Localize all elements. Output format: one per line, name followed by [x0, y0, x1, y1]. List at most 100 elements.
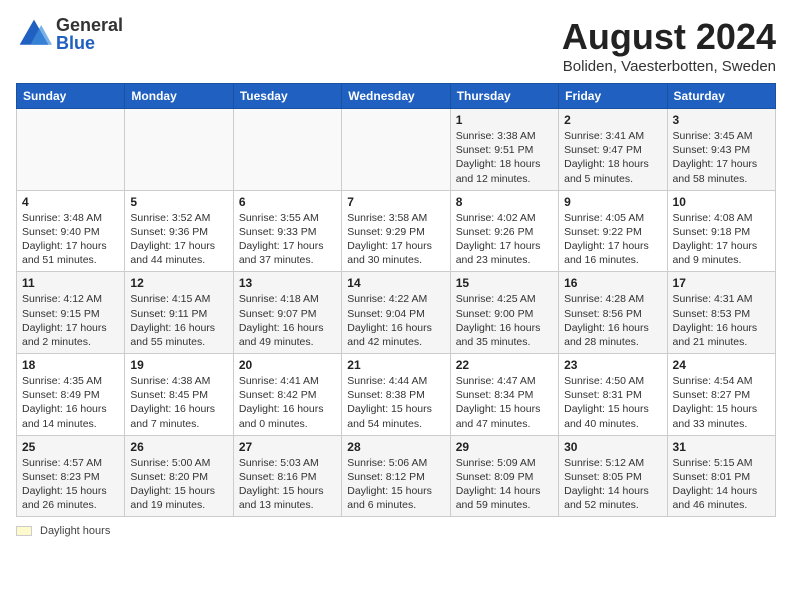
- calendar-cell: 31 Sunrise: 5:15 AM Sunset: 8:01 PM Dayli…: [667, 435, 775, 517]
- calendar-cell: 26Sunrise: 5:00 AM Sunset: 8:20 PM Dayli…: [125, 435, 233, 517]
- day-number: 19: [130, 358, 227, 372]
- logo: General Blue: [16, 16, 123, 52]
- logo-text: General Blue: [56, 16, 123, 52]
- calendar-cell: 15 Sunrise: 4:25 AM Sunset: 9:00 PM Dayli…: [450, 272, 558, 354]
- calendar-cell: [125, 109, 233, 191]
- day-info: Sunrise: 5:12 AM Sunset: 8:05 PM Dayligh…: [564, 456, 661, 513]
- calendar-body: 1Sunrise: 3:38 AM Sunset: 9:51 PM Daylig…: [17, 109, 776, 517]
- calendar-header: SundayMondayTuesdayWednesdayThursdayFrid…: [17, 84, 776, 109]
- day-number: 24: [673, 358, 770, 372]
- day-number: 11: [22, 276, 119, 290]
- calendar-week-3: 11 Sunrise: 4:12 AM Sunset: 9:15 PM Dayli…: [17, 272, 776, 354]
- calendar-cell: 7 Sunrise: 3:58 AM Sunset: 9:29 PM Daylig…: [342, 190, 450, 272]
- day-info: Sunrise: 3:55 AM Sunset: 9:33 PM Dayligh…: [239, 211, 336, 268]
- calendar-cell: 27 Sunrise: 5:03 AM Sunset: 8:16 PM Dayli…: [233, 435, 341, 517]
- day-info: Sunrise: 3:58 AM Sunset: 9:29 PM Dayligh…: [347, 211, 444, 268]
- day-number: 15: [456, 276, 553, 290]
- day-number: 31: [673, 440, 770, 454]
- day-number: 2: [564, 113, 661, 127]
- calendar-cell: 24 Sunrise: 4:54 AM Sunset: 8:27 PM Dayli…: [667, 354, 775, 436]
- calendar-cell: 16 Sunrise: 4:28 AM Sunset: 8:56 PM Dayli…: [559, 272, 667, 354]
- day-info: Sunrise: 4:02 AM Sunset: 9:26 PM Dayligh…: [456, 211, 553, 268]
- calendar-cell: 21 Sunrise: 4:44 AM Sunset: 8:38 PM Dayli…: [342, 354, 450, 436]
- calendar-cell: 30 Sunrise: 5:12 AM Sunset: 8:05 PM Dayli…: [559, 435, 667, 517]
- day-number: 27: [239, 440, 336, 454]
- calendar-cell: 28 Sunrise: 5:06 AM Sunset: 8:12 PM Dayli…: [342, 435, 450, 517]
- calendar-week-2: 4 Sunrise: 3:48 AM Sunset: 9:40 PM Daylig…: [17, 190, 776, 272]
- calendar-cell: 23Sunrise: 4:50 AM Sunset: 8:31 PM Dayli…: [559, 354, 667, 436]
- weekday-header-thursday: Thursday: [450, 84, 558, 109]
- day-info: Sunrise: 4:41 AM Sunset: 8:42 PM Dayligh…: [239, 374, 336, 431]
- calendar-cell: 13 Sunrise: 4:18 AM Sunset: 9:07 PM Dayli…: [233, 272, 341, 354]
- day-number: 3: [673, 113, 770, 127]
- calendar-cell: 17Sunrise: 4:31 AM Sunset: 8:53 PM Dayli…: [667, 272, 775, 354]
- day-number: 8: [456, 195, 553, 209]
- weekday-row: SundayMondayTuesdayWednesdayThursdayFrid…: [17, 84, 776, 109]
- logo-general: General: [56, 16, 123, 34]
- day-number: 13: [239, 276, 336, 290]
- day-info: Sunrise: 4:35 AM Sunset: 8:49 PM Dayligh…: [22, 374, 119, 431]
- day-number: 28: [347, 440, 444, 454]
- weekday-header-tuesday: Tuesday: [233, 84, 341, 109]
- calendar-cell: 9Sunrise: 4:05 AM Sunset: 9:22 PM Daylig…: [559, 190, 667, 272]
- footer: Daylight hours: [16, 525, 776, 537]
- day-info: Sunrise: 5:09 AM Sunset: 8:09 PM Dayligh…: [456, 456, 553, 513]
- weekday-header-sunday: Sunday: [17, 84, 125, 109]
- day-info: Sunrise: 4:05 AM Sunset: 9:22 PM Dayligh…: [564, 211, 661, 268]
- daylight-label: Daylight hours: [40, 525, 110, 537]
- day-info: Sunrise: 4:18 AM Sunset: 9:07 PM Dayligh…: [239, 292, 336, 349]
- page-subtitle: Boliden, Vaesterbotten, Sweden: [562, 58, 776, 75]
- calendar-week-4: 18 Sunrise: 4:35 AM Sunset: 8:49 PM Dayli…: [17, 354, 776, 436]
- day-number: 4: [22, 195, 119, 209]
- calendar-cell: 2 Sunrise: 3:41 AM Sunset: 9:47 PM Daylig…: [559, 109, 667, 191]
- weekday-header-wednesday: Wednesday: [342, 84, 450, 109]
- day-info: Sunrise: 4:54 AM Sunset: 8:27 PM Dayligh…: [673, 374, 770, 431]
- calendar-cell: 4 Sunrise: 3:48 AM Sunset: 9:40 PM Daylig…: [17, 190, 125, 272]
- day-number: 30: [564, 440, 661, 454]
- calendar-cell: 18 Sunrise: 4:35 AM Sunset: 8:49 PM Dayli…: [17, 354, 125, 436]
- title-block: August 2024 Boliden, Vaesterbotten, Swed…: [562, 16, 776, 75]
- day-number: 12: [130, 276, 227, 290]
- day-number: 29: [456, 440, 553, 454]
- weekday-header-saturday: Saturday: [667, 84, 775, 109]
- day-number: 1: [456, 113, 553, 127]
- day-info: Sunrise: 3:48 AM Sunset: 9:40 PM Dayligh…: [22, 211, 119, 268]
- day-info: Sunrise: 3:41 AM Sunset: 9:47 PM Dayligh…: [564, 129, 661, 186]
- day-info: Sunrise: 3:45 AM Sunset: 9:43 PM Dayligh…: [673, 129, 770, 186]
- day-number: 25: [22, 440, 119, 454]
- day-number: 20: [239, 358, 336, 372]
- day-number: 21: [347, 358, 444, 372]
- calendar-cell: 22 Sunrise: 4:47 AM Sunset: 8:34 PM Dayli…: [450, 354, 558, 436]
- page-header: General Blue August 2024 Boliden, Vaeste…: [16, 16, 776, 75]
- day-info: Sunrise: 4:47 AM Sunset: 8:34 PM Dayligh…: [456, 374, 553, 431]
- calendar-cell: 6Sunrise: 3:55 AM Sunset: 9:33 PM Daylig…: [233, 190, 341, 272]
- day-number: 22: [456, 358, 553, 372]
- calendar-cell: 29 Sunrise: 5:09 AM Sunset: 8:09 PM Dayli…: [450, 435, 558, 517]
- calendar-cell: 14Sunrise: 4:22 AM Sunset: 9:04 PM Dayli…: [342, 272, 450, 354]
- day-info: Sunrise: 4:28 AM Sunset: 8:56 PM Dayligh…: [564, 292, 661, 349]
- day-info: Sunrise: 4:12 AM Sunset: 9:15 PM Dayligh…: [22, 292, 119, 349]
- day-number: 5: [130, 195, 227, 209]
- weekday-header-monday: Monday: [125, 84, 233, 109]
- calendar-cell: 8 Sunrise: 4:02 AM Sunset: 9:26 PM Daylig…: [450, 190, 558, 272]
- day-number: 14: [347, 276, 444, 290]
- day-info: Sunrise: 4:57 AM Sunset: 8:23 PM Dayligh…: [22, 456, 119, 513]
- day-number: 16: [564, 276, 661, 290]
- day-info: Sunrise: 5:15 AM Sunset: 8:01 PM Dayligh…: [673, 456, 770, 513]
- logo-icon: [16, 16, 52, 52]
- day-number: 10: [673, 195, 770, 209]
- calendar-cell: [342, 109, 450, 191]
- day-info: Sunrise: 5:06 AM Sunset: 8:12 PM Dayligh…: [347, 456, 444, 513]
- day-info: Sunrise: 4:38 AM Sunset: 8:45 PM Dayligh…: [130, 374, 227, 431]
- calendar-cell: [233, 109, 341, 191]
- day-number: 7: [347, 195, 444, 209]
- day-number: 26: [130, 440, 227, 454]
- day-info: Sunrise: 4:44 AM Sunset: 8:38 PM Dayligh…: [347, 374, 444, 431]
- day-info: Sunrise: 4:50 AM Sunset: 8:31 PM Dayligh…: [564, 374, 661, 431]
- day-info: Sunrise: 4:25 AM Sunset: 9:00 PM Dayligh…: [456, 292, 553, 349]
- calendar-cell: 19 Sunrise: 4:38 AM Sunset: 8:45 PM Dayli…: [125, 354, 233, 436]
- day-info: Sunrise: 4:31 AM Sunset: 8:53 PM Dayligh…: [673, 292, 770, 349]
- day-info: Sunrise: 5:03 AM Sunset: 8:16 PM Dayligh…: [239, 456, 336, 513]
- day-number: 18: [22, 358, 119, 372]
- calendar-cell: 12Sunrise: 4:15 AM Sunset: 9:11 PM Dayli…: [125, 272, 233, 354]
